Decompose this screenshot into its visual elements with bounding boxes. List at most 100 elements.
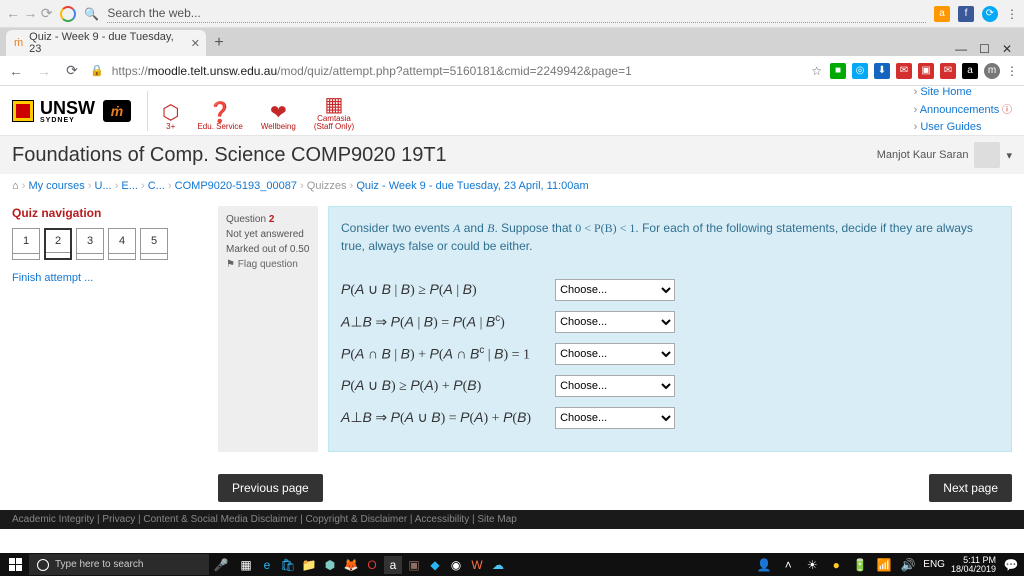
question-body: Consider two events A and B. Suppose tha… bbox=[328, 206, 1012, 452]
tray-icon[interactable]: ● bbox=[827, 556, 845, 574]
qnav-1[interactable]: 1 bbox=[12, 228, 40, 260]
address-bar: ← → ⟳ 🔒 https://moodle.telt.unsw.edu.au/… bbox=[0, 56, 1024, 86]
battery-icon[interactable]: 🔋 bbox=[851, 556, 869, 574]
crumb-mycourses[interactable]: My courses bbox=[28, 180, 84, 192]
ext-1-icon[interactable]: ■ bbox=[830, 63, 846, 79]
close-tab-icon[interactable]: ✕ bbox=[191, 37, 200, 50]
qnav-4[interactable]: 4 bbox=[108, 228, 136, 260]
crumb-c[interactable]: C... bbox=[148, 180, 165, 192]
omnibox-search[interactable]: Search the web... bbox=[107, 4, 926, 23]
statement-row: P(A ∩ B | B) + P(A ∩ Bc | B) = 1Choose..… bbox=[341, 343, 675, 365]
app-icon[interactable]: ▣ bbox=[405, 556, 423, 574]
previous-page-button[interactable]: Previous page bbox=[218, 474, 323, 502]
crumb-quiz[interactable]: Quiz - Week 9 - due Tuesday, 23 April, 1… bbox=[356, 180, 588, 192]
amazon-icon[interactable]: a bbox=[934, 6, 950, 22]
weather-icon[interactable]: ☀ bbox=[803, 556, 821, 574]
reload-button[interactable]: ⟳ bbox=[62, 62, 82, 79]
url-field[interactable]: https://moodle.telt.unsw.edu.au/mod/quiz… bbox=[112, 64, 804, 78]
crumb-e[interactable]: E... bbox=[121, 180, 138, 192]
chrome-menu-icon[interactable]: ⋮ bbox=[1006, 64, 1018, 78]
svc-3plus[interactable]: ⬡3+ bbox=[162, 103, 179, 131]
store-icon[interactable]: 🛍 bbox=[279, 556, 297, 574]
link-site-home[interactable]: Site Home bbox=[914, 86, 1012, 102]
stmt-3-select[interactable]: Choose... bbox=[555, 343, 675, 365]
opera-icon[interactable]: O bbox=[363, 556, 381, 574]
chrome-icon[interactable]: ◉ bbox=[447, 556, 465, 574]
people-icon[interactable]: 👤 bbox=[755, 556, 773, 574]
ext-7-icon[interactable]: a bbox=[962, 63, 978, 79]
taskview-icon[interactable]: ▦ bbox=[237, 556, 255, 574]
service-links: ⬡3+ ❓Edu. Service ❤Wellbeing ▦Camtasia (… bbox=[147, 91, 354, 131]
stmt-1-select[interactable]: Choose... bbox=[555, 279, 675, 301]
stmt-5-select[interactable]: Choose... bbox=[555, 407, 675, 429]
stmt-4-select[interactable]: Choose... bbox=[555, 375, 675, 397]
reload-icon[interactable]: ⟳ bbox=[41, 5, 53, 21]
clock[interactable]: 5:11 PM 18/04/2019 bbox=[951, 556, 996, 574]
svc-wellbeing[interactable]: ❤Wellbeing bbox=[261, 103, 296, 131]
start-button[interactable] bbox=[4, 558, 26, 571]
next-page-button[interactable]: Next page bbox=[929, 474, 1012, 502]
flag-question-link[interactable]: Flag question bbox=[226, 257, 310, 272]
crumb-u[interactable]: U... bbox=[95, 180, 112, 192]
fwd-icon[interactable]: → bbox=[23, 5, 37, 21]
ext-3-icon[interactable]: ⬇ bbox=[874, 63, 890, 79]
course-title: Foundations of Comp. Science COMP9020 19… bbox=[12, 144, 877, 167]
edge-icon[interactable]: e bbox=[258, 556, 276, 574]
back-button[interactable]: ← bbox=[6, 63, 26, 79]
question-mark: Marked out of 0.50 bbox=[226, 242, 310, 257]
ext-5-icon[interactable]: ▣ bbox=[918, 63, 934, 79]
omnibox-nav: ← → ⟳ bbox=[6, 5, 52, 22]
statements: P(A ∪ B | B) ≥ P(A | B)Choose... A⊥B ⇒ P… bbox=[341, 269, 675, 439]
home-icon[interactable]: ⌂ bbox=[12, 180, 19, 192]
crumb-course[interactable]: COMP9020-5193_00087 bbox=[175, 180, 297, 192]
settings-icon[interactable]: ⬢ bbox=[321, 556, 339, 574]
close-window-button[interactable]: ✕ bbox=[1002, 42, 1012, 56]
menu-icon[interactable]: ⋮ bbox=[1006, 7, 1018, 21]
qnav-5[interactable]: 5 bbox=[140, 228, 168, 260]
mic-icon[interactable]: 🎤 bbox=[212, 556, 230, 574]
finish-attempt-link[interactable]: Finish attempt ... bbox=[12, 272, 93, 284]
svc-camtasia[interactable]: ▦Camtasia (Staff Only) bbox=[314, 95, 354, 131]
onedrive-icon[interactable]: ☁ bbox=[489, 556, 507, 574]
explorer-icon[interactable]: 📁 bbox=[300, 556, 318, 574]
unsw-logo[interactable]: UNSWSYDNEY bbox=[12, 98, 95, 124]
word-icon[interactable]: W bbox=[468, 556, 486, 574]
amazon-icon[interactable]: a bbox=[384, 556, 402, 574]
stmt-2-select[interactable]: Choose... bbox=[555, 311, 675, 333]
cube-icon: ⬡ bbox=[162, 103, 179, 123]
link-announcements[interactable]: Announcements bbox=[914, 102, 1012, 120]
lang-indicator[interactable]: ENG bbox=[923, 559, 945, 570]
ext-6-icon[interactable]: ✉ bbox=[940, 63, 956, 79]
link-user-guides[interactable]: User Guides bbox=[914, 119, 1012, 137]
user-menu[interactable]: Manjot Kaur Saran ▾ bbox=[877, 142, 1012, 168]
ext-icon[interactable]: ⟳ bbox=[982, 6, 998, 22]
tray-up-icon[interactable]: ˄ bbox=[779, 556, 797, 574]
notifications-icon[interactable]: 💬 bbox=[1002, 556, 1020, 574]
app-icon[interactable]: ◆ bbox=[426, 556, 444, 574]
maximize-button[interactable]: ☐ bbox=[979, 42, 990, 56]
facebook-icon[interactable]: f bbox=[958, 6, 974, 22]
footer-links: Academic Integrity | Privacy | Content &… bbox=[0, 510, 1024, 529]
bookmark-icon[interactable]: ☆ bbox=[811, 64, 822, 78]
moodle-logo-icon[interactable]: ṁ bbox=[103, 100, 131, 122]
qnav-3[interactable]: 3 bbox=[76, 228, 104, 260]
svc-eduservice[interactable]: ❓Edu. Service bbox=[197, 103, 242, 131]
qnav-2[interactable]: 2 bbox=[44, 228, 72, 260]
stmt-3: P(A ∩ B | B) + P(A ∩ Bc | B) = 1 bbox=[341, 343, 555, 365]
volume-icon[interactable]: 🔊 bbox=[899, 556, 917, 574]
cortana-icon bbox=[37, 559, 49, 571]
profile-avatar-icon[interactable]: m bbox=[984, 63, 1000, 79]
omnibox-ext-icons: a f ⟳ ⋮ bbox=[934, 6, 1018, 22]
ext-2-icon[interactable]: ◎ bbox=[852, 63, 868, 79]
browser-tab[interactable]: ṁ Quiz - Week 9 - due Tuesday, 23 ✕ bbox=[6, 30, 206, 56]
wifi-icon[interactable]: 📶 bbox=[875, 556, 893, 574]
taskbar-search[interactable]: Type here to search bbox=[29, 554, 209, 575]
new-tab-button[interactable]: + bbox=[206, 30, 232, 56]
search-icon: 🔍 bbox=[84, 7, 99, 21]
forward-button[interactable]: → bbox=[34, 63, 54, 79]
chevron-down-icon: ▾ bbox=[1006, 149, 1012, 162]
firefox-icon[interactable]: 🦊 bbox=[342, 556, 360, 574]
minimize-button[interactable]: — bbox=[955, 42, 967, 56]
back-icon[interactable]: ← bbox=[6, 5, 20, 21]
ext-4-icon[interactable]: ✉ bbox=[896, 63, 912, 79]
